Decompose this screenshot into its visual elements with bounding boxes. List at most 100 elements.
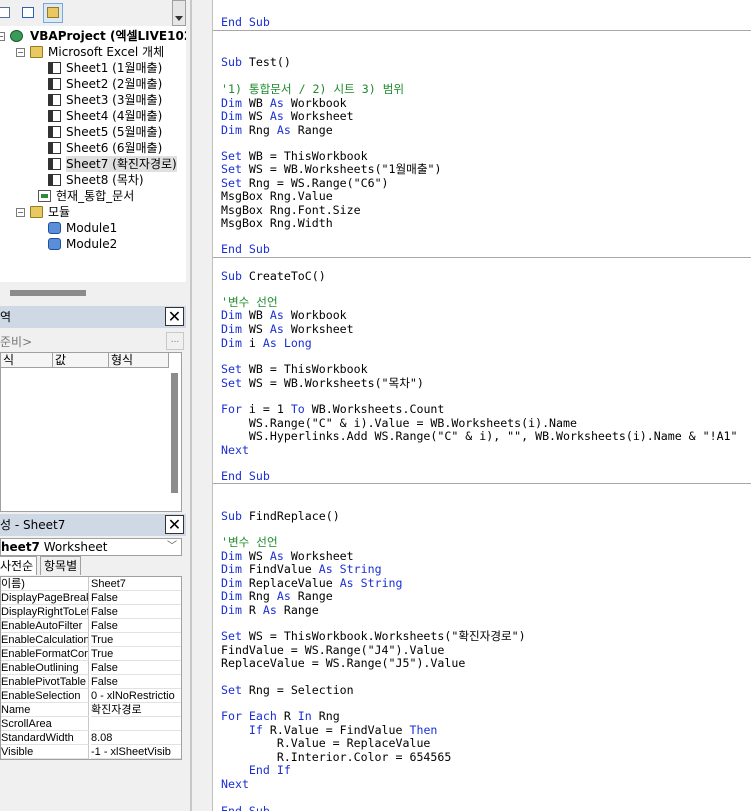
code-line[interactable]: Set WB = ThisWorkbook — [221, 149, 368, 163]
toggle-folders-button[interactable] — [43, 3, 63, 23]
property-value[interactable] — [91, 717, 181, 731]
property-row[interactable]: EnableFormatCon True — [1, 647, 181, 661]
property-value[interactable]: 확진자경로 — [91, 703, 181, 717]
property-value[interactable]: -1 - xlSheetVisib — [91, 745, 181, 759]
code-line[interactable]: Dim Rng As Range — [221, 123, 333, 137]
code-line[interactable]: '변수 선언 — [221, 535, 278, 549]
code-line[interactable]: MsgBox Rng.Value — [221, 189, 333, 203]
code-line[interactable]: Dim WS As Worksheet — [221, 322, 354, 336]
locals-status: 준비> — [0, 335, 33, 349]
code-line[interactable]: Dim ReplaceValue As String — [221, 576, 403, 590]
code-text: Rng — [241, 123, 277, 137]
property-row[interactable]: Visible -1 - xlSheetVisib — [1, 745, 181, 759]
code-line[interactable]: For Each R In Rng — [221, 709, 340, 723]
code-line[interactable]: Sub CreateToC() — [221, 269, 326, 283]
code-keyword: As — [269, 322, 284, 336]
code-line[interactable]: End Sub — [221, 242, 270, 256]
code-keyword: Dim — [221, 603, 242, 617]
collapse-icon[interactable]: − — [0, 32, 5, 41]
code-line[interactable]: Set WS = WB.Worksheets("1월매출") — [221, 162, 441, 176]
code-editor[interactable]: End Sub Sub Test() '1) 통합문서 / 2) 시트 3) 범위 D… — [212, 0, 751, 811]
property-row[interactable]: EnableAutoFilter False — [1, 619, 181, 633]
close-icon[interactable]: ✕ — [165, 515, 184, 534]
code-line[interactable]: Dim FindValue As String — [221, 562, 382, 576]
code-line[interactable]: Dim i As Long — [221, 336, 312, 350]
code-text: Worksheet — [283, 549, 354, 563]
scroll-thumb[interactable] — [10, 290, 86, 296]
property-row[interactable]: DisplayPageBreak False — [1, 591, 181, 605]
locals-column-header[interactable]: 식 — [1, 353, 53, 368]
code-line[interactable]: Next — [221, 443, 249, 457]
tree-horizontal-scrollbar[interactable] — [0, 282, 186, 304]
collapse-icon[interactable]: − — [16, 208, 25, 217]
property-value[interactable]: Sheet7 — [91, 577, 181, 591]
locals-more-button[interactable]: ... — [166, 332, 184, 350]
code-line[interactable]: Dim WB As Workbook — [221, 96, 347, 110]
property-value[interactable]: True — [91, 647, 181, 661]
view-code-button[interactable] — [0, 3, 14, 23]
code-line[interactable]: End Sub — [221, 469, 270, 483]
code-line[interactable]: End Sub — [221, 15, 270, 29]
property-row[interactable]: ScrollArea — [1, 717, 181, 731]
code-text: R.Value = FindValue — [262, 723, 410, 737]
code-line[interactable]: Dim WB As Workbook — [221, 308, 347, 322]
property-row[interactable]: DisplayRightToLeft False — [1, 605, 181, 619]
toolbar-overflow-button[interactable] — [172, 0, 186, 26]
code-line[interactable]: '1) 통합문서 / 2) 시트 3) 범위 — [221, 82, 404, 96]
code-line[interactable]: If R.Value = FindValue Then — [221, 723, 437, 737]
code-line[interactable]: R.Value = ReplaceValue — [221, 736, 431, 750]
properties-object-select[interactable]: heet7 Worksheet ﹀ — [0, 538, 182, 556]
property-value[interactable]: False — [91, 661, 181, 675]
code-line[interactable]: Set WB = ThisWorkbook — [221, 362, 368, 376]
property-value[interactable]: 8.08 — [91, 731, 181, 745]
code-line[interactable]: WS.Hyperlinks.Add WS.Range("C" & i), "",… — [221, 429, 738, 443]
tab-alphabetic[interactable]: 사전순 — [0, 556, 38, 575]
code-line[interactable]: R.Interior.Color = 654565 — [221, 750, 452, 764]
code-line[interactable]: ReplaceValue = WS.Range("J5").Value — [221, 656, 465, 670]
property-row[interactable]: Name 확진자경로 — [1, 703, 181, 717]
property-row[interactable]: EnableOutlining False — [1, 661, 181, 675]
code-line[interactable]: Sub Test() — [221, 55, 291, 69]
property-row[interactable]: EnableSelection 0 - xlNoRestrictio — [1, 689, 181, 703]
property-value[interactable]: False — [91, 619, 181, 633]
locals-scroll-thumb[interactable] — [171, 373, 178, 493]
property-value[interactable]: True — [91, 633, 181, 647]
property-row[interactable]: EnableCalculation True — [1, 633, 181, 647]
property-row[interactable]: StandardWidth 8.08 — [1, 731, 181, 745]
code-line[interactable]: MsgBox Rng.Width — [221, 216, 333, 230]
code-line[interactable]: Set WS = WB.Worksheets("목차") — [221, 376, 424, 390]
locals-column-header[interactable]: 형식 — [109, 353, 169, 368]
code-line[interactable]: End If — [221, 763, 291, 777]
property-value[interactable]: False — [91, 591, 181, 605]
code-line[interactable]: Dim WS As Worksheet — [221, 109, 354, 123]
pane-splitter[interactable] — [186, 0, 212, 811]
code-line[interactable]: WS.Range("C" & i).Value = WB.Worksheets(… — [221, 416, 577, 430]
property-value[interactable]: 0 - xlNoRestrictio — [91, 689, 181, 703]
code-line[interactable]: Set Rng = WS.Range("C6") — [221, 176, 389, 190]
code-line[interactable]: MsgBox Rng.Font.Size — [221, 203, 361, 217]
close-icon[interactable]: ✕ — [165, 307, 184, 326]
code-line[interactable]: Dim Rng As Range — [221, 589, 333, 603]
tree-sheet-label: Sheet4 (4월매출) — [66, 109, 163, 123]
code-line[interactable]: For i = 1 To WB.Worksheets.Count — [221, 402, 444, 416]
code-line[interactable]: '변수 선언 — [221, 295, 278, 309]
locals-column-header[interactable]: 값 — [53, 353, 109, 368]
tab-categorized[interactable]: 항목별 — [40, 556, 82, 575]
collapse-icon[interactable]: − — [16, 48, 25, 57]
code-line[interactable]: Dim R As Range — [221, 603, 319, 617]
code-line[interactable]: Sub FindReplace() — [221, 509, 340, 523]
view-object-button[interactable] — [18, 3, 38, 23]
sheet-icon — [48, 78, 61, 90]
property-row[interactable]: EnablePivotTable False — [1, 675, 181, 689]
code-line[interactable]: Set WS = ThisWorkbook.Worksheets("확진자경로"… — [221, 629, 526, 643]
code-line[interactable]: Dim WS As Worksheet — [221, 549, 354, 563]
code-line[interactable]: Next — [221, 777, 249, 791]
property-row[interactable]: 이름) Sheet7 — [1, 577, 181, 591]
code-line[interactable]: Set Rng = Selection — [221, 683, 354, 697]
procedure-separator — [213, 483, 751, 484]
property-value[interactable]: False — [91, 605, 181, 619]
code-line[interactable]: End Sub — [221, 804, 270, 811]
code-line[interactable]: FindValue = WS.Range("J4").Value — [221, 643, 444, 657]
code-keyword: As — [269, 308, 284, 322]
property-value[interactable]: False — [91, 675, 181, 689]
